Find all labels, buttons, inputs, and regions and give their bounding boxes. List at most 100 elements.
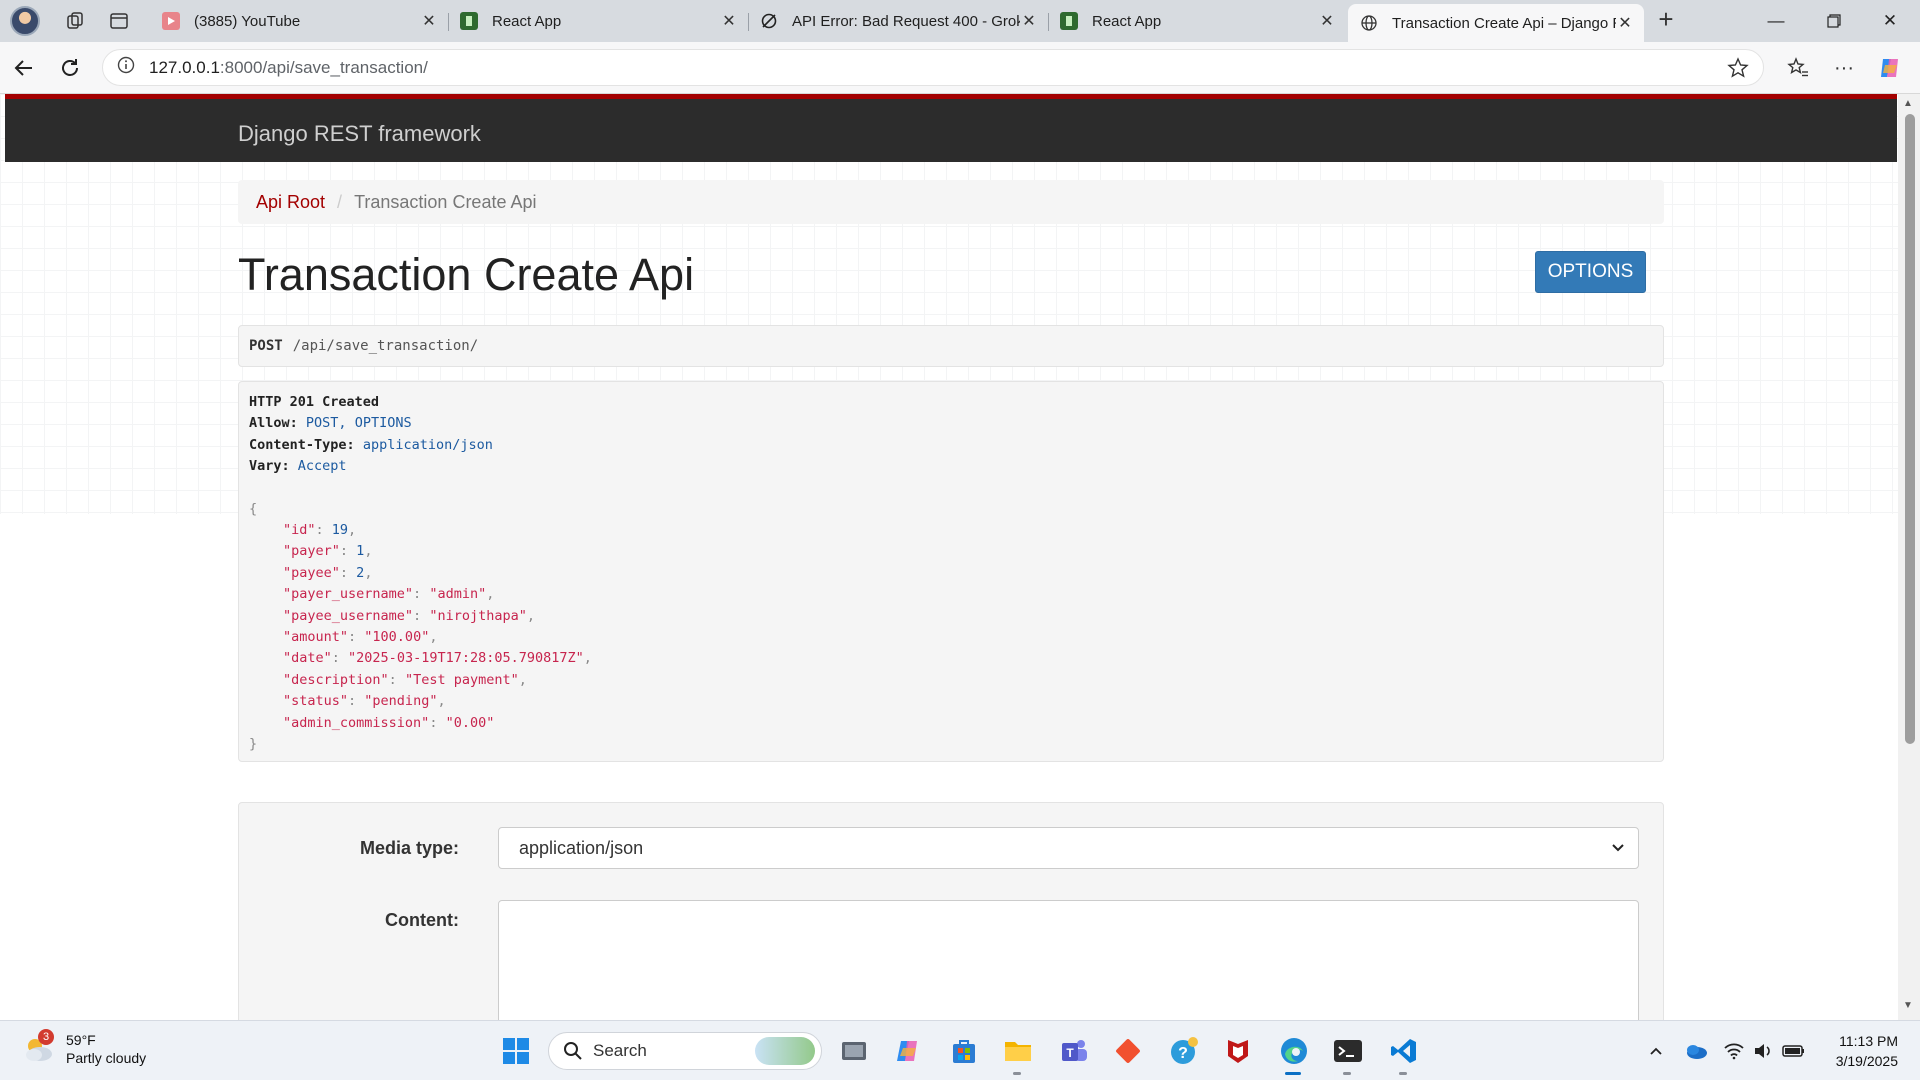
json-key: "payer" [283, 543, 340, 560]
volume-icon[interactable] [1752, 1039, 1776, 1063]
close-tab-icon[interactable]: ✕ [1020, 12, 1038, 30]
breadcrumb-separator: / [337, 191, 343, 212]
close-tab-icon[interactable]: ✕ [1318, 12, 1336, 30]
media-type-value: application/json [519, 837, 644, 858]
copilot-icon[interactable] [1874, 52, 1906, 84]
address-bar[interactable]: 127.0.0.1:8000/api/save_transaction/ [102, 49, 1764, 86]
breadcrumb: Api Root / Transaction Create Api [238, 180, 1664, 224]
media-type-select[interactable]: application/json [498, 827, 1639, 869]
json-value: "2025-03-19T17:28:05.790817Z" [348, 650, 584, 667]
response-header-content-type: Content-Type: application/json [249, 436, 493, 453]
tab-title: API Error: Bad Request 400 - Grok [792, 12, 1020, 30]
content-label: Content: [385, 910, 459, 930]
git-client-icon[interactable] [1110, 1033, 1146, 1069]
teams-icon[interactable]: T [1056, 1033, 1092, 1069]
new-tab-button[interactable]: + [1652, 6, 1680, 34]
json-field-line: "payee": 2, [283, 564, 373, 581]
start-windows-icon[interactable] [498, 1033, 534, 1069]
favorites-icon[interactable] [1782, 52, 1814, 84]
scroll-down-arrow[interactable]: ▼ [1903, 1000, 1913, 1011]
tab-youtube[interactable]: (3885) YouTube ✕ [150, 4, 449, 38]
scrollbar-thumb[interactable] [1905, 114, 1915, 744]
svg-text:T: T [1066, 1046, 1074, 1060]
react-app-icon [460, 12, 478, 30]
taskbar-search[interactable]: Search [548, 1032, 822, 1070]
json-field-line: "payee_username": "nirojthapa", [283, 607, 535, 624]
terminal-icon[interactable] [1330, 1033, 1366, 1075]
microsoft-store-icon[interactable] [946, 1033, 982, 1069]
profile-avatar[interactable] [10, 6, 40, 36]
site-info-icon[interactable] [117, 56, 135, 79]
breadcrumb-current: Transaction Create Api [354, 191, 537, 212]
url-text[interactable]: 127.0.0.1:8000/api/save_transaction/ [149, 58, 428, 78]
scroll-up-arrow[interactable]: ▲ [1903, 98, 1913, 109]
system-clock[interactable]: 11:13 PM 3/19/2025 [1836, 1031, 1898, 1071]
copilot-app-icon[interactable] [890, 1033, 926, 1069]
weather-widget[interactable]: 3 59°F Partly cloudy [22, 1029, 146, 1067]
json-key: "payer_username" [283, 586, 414, 603]
onedrive-icon[interactable] [1684, 1039, 1708, 1063]
json-value: "admin" [429, 586, 487, 603]
tab-grok[interactable]: API Error: Bad Request 400 - Grok ✕ [748, 4, 1049, 38]
windows-taskbar: 3 59°F Partly cloudy Search T ? 11:13 PM… [0, 1020, 1920, 1080]
json-field-line: "admin_commission": "0.00" [283, 714, 495, 731]
svg-text:?: ? [1178, 1045, 1188, 1062]
page-scrollbar[interactable]: ▲ ▼ [1898, 94, 1920, 1020]
response-header-allow: Allow: POST, OPTIONS [249, 415, 412, 432]
json-key: "admin_commission" [283, 714, 430, 731]
task-view-icon[interactable] [836, 1033, 872, 1069]
minimize-button[interactable]: — [1748, 0, 1804, 42]
weather-temperature: 59°F [66, 1032, 96, 1048]
close-tab-icon[interactable]: ✕ [1616, 14, 1634, 32]
json-value: "nirojthapa" [429, 607, 527, 624]
json-key: "status" [283, 693, 349, 710]
close-window-button[interactable]: ✕ [1862, 0, 1918, 42]
drf-brand-link[interactable]: Django REST framework [238, 121, 481, 147]
tab-title: Transaction Create Api – Django REST fra… [1392, 14, 1616, 32]
close-tab-icon[interactable]: ✕ [720, 12, 738, 30]
page-title: Transaction Create Api [238, 249, 695, 300]
file-explorer-icon[interactable] [1000, 1033, 1036, 1075]
tab-actions-icon[interactable] [106, 8, 132, 34]
back-button[interactable] [8, 52, 40, 84]
url-host: 127.0.0.1 [149, 57, 220, 77]
json-key: "payee_username" [283, 607, 414, 624]
globe-icon [1360, 14, 1378, 32]
media-type-label: Media type: [359, 838, 459, 858]
battery-icon[interactable] [1782, 1039, 1806, 1063]
tab-transaction-create-api[interactable]: Transaction Create Api – Django REST fra… [1348, 4, 1644, 42]
request-info: POST /api/save_transaction/ [238, 325, 1664, 367]
json-field-line: "payer_username": "admin", [283, 586, 495, 603]
tab-react-app-1[interactable]: React App ✕ [448, 4, 749, 38]
wifi-icon[interactable] [1722, 1039, 1746, 1063]
partly-cloudy-icon: 3 [22, 1029, 56, 1063]
drf-navbar: Django REST framework [5, 94, 1897, 162]
options-button[interactable]: OPTIONS [1535, 251, 1646, 293]
more-menu-icon[interactable]: ··· [1828, 52, 1860, 84]
workspaces-icon[interactable] [62, 8, 88, 34]
edge-browser-icon[interactable] [1276, 1033, 1312, 1075]
close-tab-icon[interactable]: ✕ [420, 12, 438, 30]
content-textarea[interactable] [498, 900, 1639, 1020]
json-key: "date" [283, 650, 332, 667]
help-icon[interactable]: ? [1166, 1033, 1202, 1069]
favorite-star-icon[interactable] [1727, 57, 1749, 84]
chevron-up-icon[interactable] [1644, 1039, 1668, 1063]
tab-react-app-2[interactable]: React App ✕ [1048, 4, 1346, 38]
request-path: /api/save_transaction/ [292, 338, 479, 354]
restore-button[interactable] [1806, 0, 1862, 42]
response-header-vary: Vary: Accept [249, 458, 347, 475]
vscode-icon[interactable] [1386, 1033, 1422, 1075]
chevron-down-icon [1610, 839, 1626, 860]
refresh-button[interactable] [54, 52, 86, 84]
mcafee-icon[interactable] [1220, 1033, 1256, 1069]
json-value: "pending" [364, 693, 438, 710]
json-value: 19 [331, 522, 349, 539]
json-value: "Test payment" [404, 671, 519, 688]
raw-data-form: Media type: application/json Content: [238, 802, 1664, 1020]
breadcrumb-api-root[interactable]: Api Root [256, 192, 325, 213]
response-info: HTTP 201 Created Allow: POST, OPTIONS Co… [238, 381, 1664, 762]
youtube-icon [162, 12, 180, 30]
json-close-brace: } [249, 736, 258, 753]
response-status: HTTP 201 Created [249, 394, 380, 410]
